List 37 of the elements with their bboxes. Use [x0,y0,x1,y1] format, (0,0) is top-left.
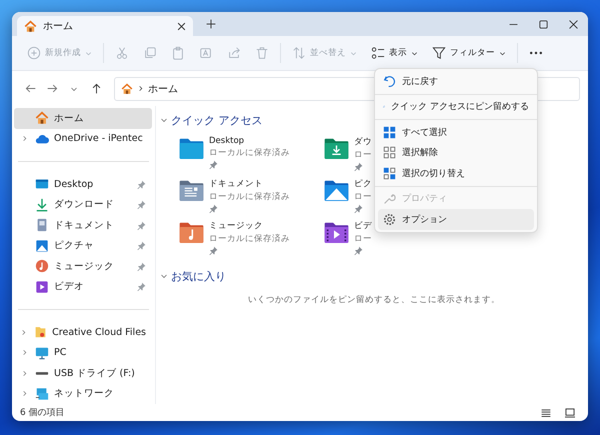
sidebar-item[interactable]: ダウンロード [14,194,152,215]
tab[interactable]: ホーム [17,16,193,36]
sidebar-item[interactable]: ネットワーク [14,384,152,404]
folder-status: ローカルに保存済み [209,233,290,245]
folder-status: ロー [354,233,372,245]
folder-name[interactable]: ビデ [354,220,372,232]
menu-item[interactable]: クイック アクセスにピン留めする [378,96,534,117]
sidebar-item[interactable]: PC [14,342,152,363]
sidebar-item[interactable]: OneDrive - iPentec [14,128,152,149]
sidebar-item[interactable]: USB ドライブ (F:) [14,363,152,384]
folder-name[interactable]: ミュージック [209,220,290,232]
view-button[interactable]: 表示 [364,40,425,66]
folder-status: ローカルに保存済み [209,147,290,159]
folder-status: ロー [354,149,372,161]
sidebar-item[interactable]: ホーム [14,108,152,128]
section-header[interactable]: お気に入り [171,268,226,284]
menu-item[interactable]: オプション [378,209,534,230]
sidebar-item[interactable]: ピクチャ [14,236,152,256]
sidebar-item[interactable]: ドキュメント [14,215,152,236]
item-count: 6 個の項目 [20,407,65,419]
folder-status: ロー [354,191,372,203]
folder-name[interactable]: ダウ [354,136,372,148]
folder-name[interactable]: ピク [354,178,372,190]
folder-name[interactable]: Desktop [209,136,290,146]
menu-item[interactable]: 選択解除 [378,142,534,163]
sidebar-item[interactable]: Creative Cloud Files [14,322,152,342]
menu-item[interactable]: 選択の切り替え [378,163,534,184]
folder-status: ローカルに保存済み [209,191,290,203]
breadcrumb[interactable]: ホーム [148,82,178,96]
sidebar-item[interactable]: Desktop [14,174,152,194]
sidebar-item[interactable]: ミュージック [14,256,152,276]
menu-item[interactable]: すべて選択 [378,122,534,142]
folder-name[interactable]: ドキュメント [209,178,290,190]
section-header[interactable]: クイック アクセス [171,112,262,128]
filter-button[interactable]: フィルター [425,40,513,66]
sidebar-item[interactable]: ビデオ [14,276,152,297]
empty-message: いくつかのファイルをピン留めすると、ここに表示されます。 [247,294,501,306]
